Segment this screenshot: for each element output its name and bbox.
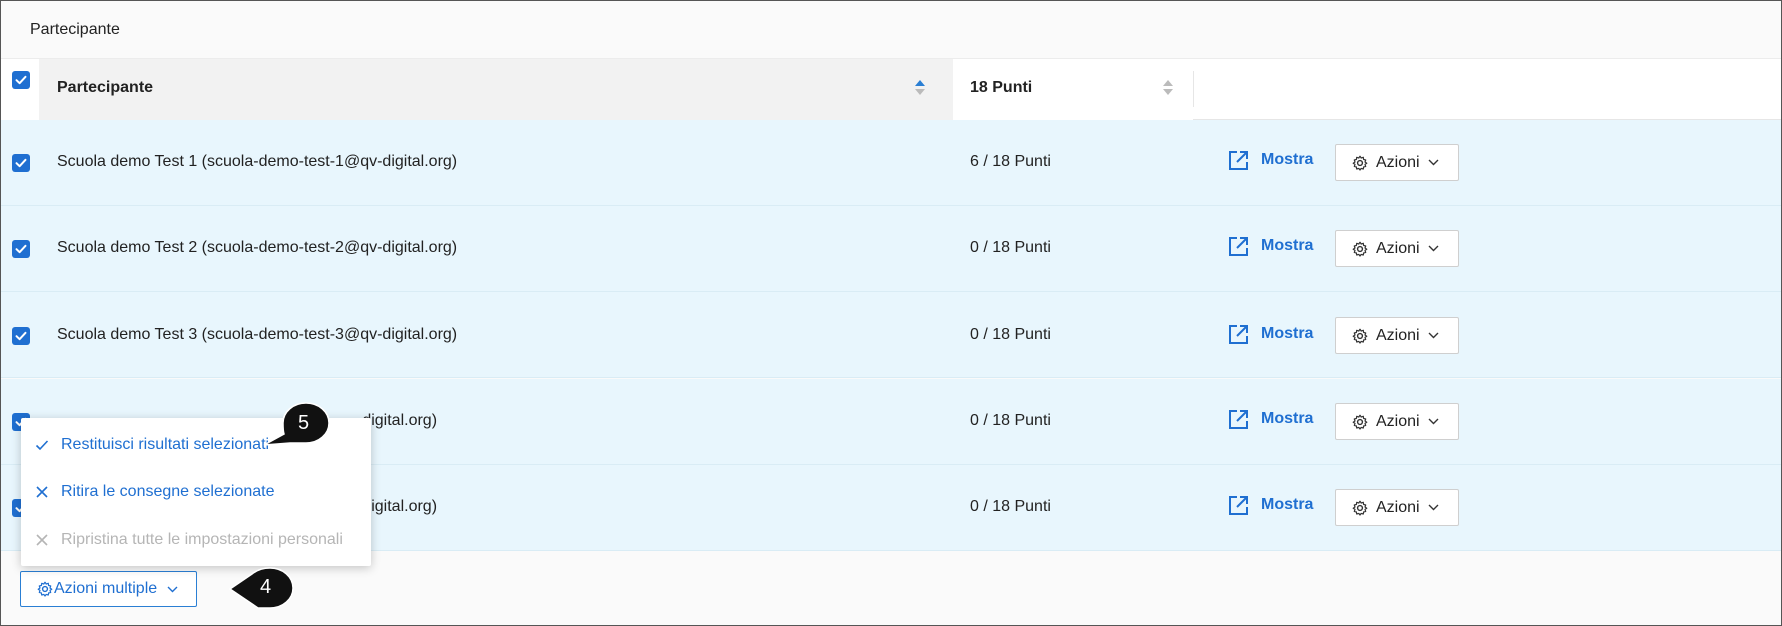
row-checkbox[interactable] bbox=[12, 240, 30, 258]
participant-name: Scuola demo Test 1 (scuola-demo-test-1@q… bbox=[57, 153, 458, 170]
panel-header: Partecipante bbox=[1, 1, 1781, 59]
chevron-down-icon bbox=[1428, 245, 1439, 252]
check-icon bbox=[35, 440, 49, 451]
column-header-participant-label: Partecipante bbox=[57, 79, 154, 96]
show-link[interactable]: Mostra bbox=[1228, 490, 1313, 520]
table-row: Scuola demo Test 3 (scuola-demo-test-3@q… bbox=[1, 292, 1781, 378]
callout-number: 4 bbox=[260, 576, 272, 598]
show-link-label: Mostra bbox=[1261, 237, 1314, 254]
chevron-down-icon bbox=[1428, 504, 1439, 511]
callout-number: 5 bbox=[298, 412, 310, 434]
chevron-down-icon bbox=[167, 586, 178, 592]
row-actions-button[interactable]: Azioni bbox=[1335, 403, 1459, 440]
select-all-checkbox[interactable] bbox=[12, 71, 30, 89]
chevron-down-icon bbox=[1428, 159, 1439, 166]
external-link-icon bbox=[1229, 236, 1248, 256]
participant-points: 0 / 18 Punti bbox=[970, 412, 1051, 429]
row-checkbox[interactable] bbox=[12, 154, 30, 172]
menu-item-reset-personal-settings: Ripristina tutte le impostazioni persona… bbox=[21, 518, 371, 562]
row-actions-button[interactable]: Azioni bbox=[1335, 230, 1459, 267]
column-header-participant[interactable]: Partecipante bbox=[39, 59, 953, 120]
menu-item-label: Restituisci risultati selezionati bbox=[61, 436, 270, 453]
callout-bubble bbox=[263, 402, 330, 446]
row-actions-label: Azioni bbox=[1376, 498, 1420, 516]
menu-item-label: Ripristina tutte le impostazioni persona… bbox=[61, 531, 343, 548]
panel-title: Partecipante bbox=[30, 21, 120, 38]
table-row: Scuola demo Test 1 (scuola-demo-test-1@q… bbox=[1, 120, 1781, 206]
show-link[interactable]: Mostra bbox=[1228, 145, 1313, 175]
external-link-icon bbox=[1229, 409, 1248, 429]
close-icon bbox=[36, 534, 48, 546]
external-link-icon bbox=[1229, 324, 1248, 344]
sort-icon[interactable] bbox=[915, 80, 925, 98]
show-link[interactable]: Mostra bbox=[1228, 319, 1313, 349]
bulk-actions-button[interactable]: Azioni multiple bbox=[20, 571, 197, 607]
step-callout-4: 4 bbox=[228, 566, 296, 610]
row-checkbox[interactable] bbox=[12, 327, 30, 345]
step-callout-5: 5 bbox=[262, 401, 330, 447]
show-link[interactable]: Mostra bbox=[1228, 404, 1313, 434]
column-header-points-label: 18 Punti bbox=[970, 79, 1033, 96]
gear-icon bbox=[1352, 155, 1368, 171]
gear-icon bbox=[1352, 328, 1368, 344]
menu-item-withdraw-selected-submissions[interactable]: Ritira le consegne selezionate bbox=[21, 470, 371, 514]
menu-item-label: Ritira le consegne selezionate bbox=[61, 483, 275, 500]
column-header-points[interactable]: 18 Punti bbox=[953, 59, 1193, 120]
row-actions-label: Azioni bbox=[1376, 412, 1420, 430]
bulk-actions-label: Azioni multiple bbox=[54, 580, 158, 597]
gear-icon bbox=[1352, 414, 1368, 430]
row-actions-label: Azioni bbox=[1376, 239, 1420, 257]
external-link-icon bbox=[1229, 150, 1248, 170]
gear-icon bbox=[1352, 500, 1368, 516]
participant-name: Scuola demo Test 2 (scuola-demo-test-2@q… bbox=[57, 239, 458, 256]
participant-points: 0 / 18 Punti bbox=[970, 239, 1051, 256]
close-icon bbox=[36, 486, 48, 498]
participant-points: 0 / 18 Punti bbox=[970, 498, 1051, 515]
table-header: Partecipante 18 Punti bbox=[1, 59, 1781, 120]
row-actions-label: Azioni bbox=[1376, 153, 1420, 171]
row-actions-button[interactable]: Azioni bbox=[1335, 489, 1459, 526]
show-link-label: Mostra bbox=[1261, 410, 1314, 427]
gear-icon bbox=[37, 581, 53, 597]
external-link-icon bbox=[1229, 495, 1248, 515]
show-link-label: Mostra bbox=[1261, 496, 1314, 513]
show-link-label: Mostra bbox=[1261, 151, 1314, 168]
participant-name: Scuola demo Test 3 (scuola-demo-test-3@q… bbox=[57, 326, 458, 343]
participant-points: 0 / 18 Punti bbox=[970, 326, 1051, 343]
sort-icon[interactable] bbox=[1163, 80, 1173, 98]
column-header-actions bbox=[1193, 71, 1781, 107]
gear-icon bbox=[1352, 241, 1368, 257]
row-actions-button[interactable]: Azioni bbox=[1335, 144, 1459, 181]
show-link-label: Mostra bbox=[1261, 325, 1314, 342]
table-row: Scuola demo Test 2 (scuola-demo-test-2@q… bbox=[1, 206, 1781, 292]
select-all-cell bbox=[1, 59, 39, 120]
row-actions-button[interactable]: Azioni bbox=[1335, 317, 1459, 354]
row-actions-label: Azioni bbox=[1376, 326, 1420, 344]
chevron-down-icon bbox=[1428, 332, 1439, 339]
show-link[interactable]: Mostra bbox=[1228, 231, 1313, 261]
chevron-down-icon bbox=[1428, 418, 1439, 425]
participant-points: 6 / 18 Punti bbox=[970, 153, 1051, 170]
